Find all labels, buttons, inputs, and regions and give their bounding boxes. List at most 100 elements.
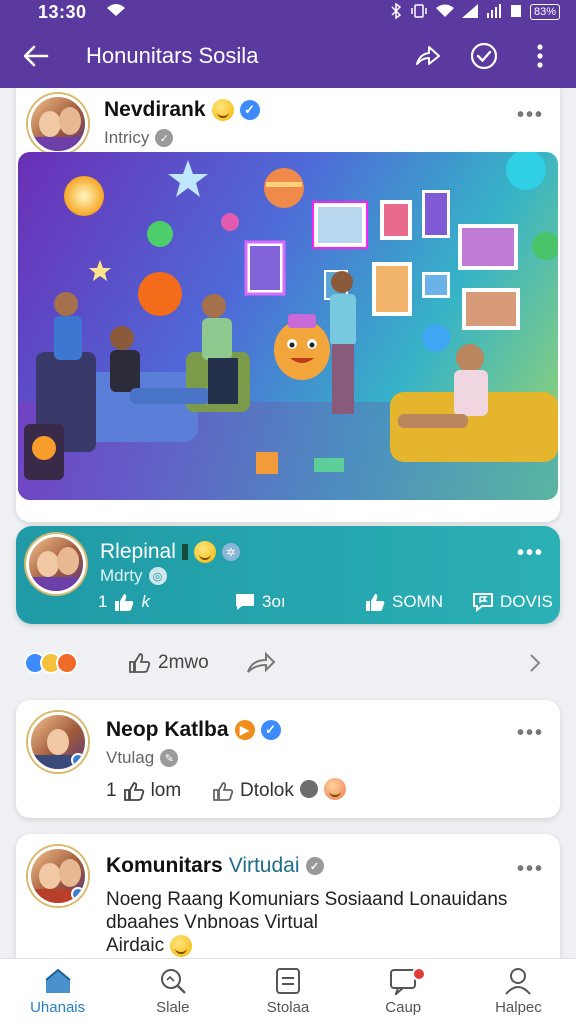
reaction-bar: 2mwo bbox=[0, 642, 576, 686]
post-author[interactable]: Rlepinal ✲ bbox=[100, 540, 240, 564]
post-author[interactable]: Neop Katlba ▶ ✓ bbox=[106, 718, 281, 742]
settings-badge-icon: ✲ bbox=[221, 543, 240, 561]
share-count[interactable]: SOMN bbox=[364, 592, 443, 612]
smile-emoji-icon bbox=[193, 541, 216, 563]
feed[interactable]: Nevdirank ✓ Intricy ✓ ••• Rlepinal ✲ Mdr… bbox=[0, 88, 576, 958]
post-options-button[interactable]: ••• bbox=[517, 858, 544, 881]
post-image[interactable] bbox=[18, 152, 558, 500]
bluetooth-icon bbox=[390, 2, 402, 22]
post-card: Nevdirank ✓ Intricy ✓ ••• bbox=[16, 88, 560, 522]
post-author-name: Rlepinal bbox=[100, 540, 176, 563]
document-icon bbox=[273, 967, 303, 995]
action-label: Dtolok bbox=[240, 780, 294, 801]
globe-icon: ✓ bbox=[155, 129, 174, 147]
post-subtitle-text: Intricy bbox=[104, 128, 150, 147]
share-icon bbox=[416, 46, 440, 65]
post-subtitle-text: Vtulag bbox=[106, 748, 155, 767]
reaction-like-button[interactable]: 2mwo bbox=[128, 652, 209, 674]
avatar[interactable] bbox=[28, 846, 88, 906]
notification-badge bbox=[411, 967, 426, 981]
thumbs-up-outline-icon bbox=[213, 782, 234, 801]
post-body-line: Airdaic bbox=[106, 935, 165, 956]
avatar[interactable] bbox=[28, 94, 88, 154]
nav-label: Stolaa bbox=[266, 999, 310, 1016]
notification-icon bbox=[105, 2, 127, 23]
view-count-value: DOVIS bbox=[500, 592, 553, 611]
vibrate-icon bbox=[410, 3, 428, 21]
post-author[interactable]: Komunitars Virtudai ✓ bbox=[106, 854, 324, 878]
post-body-line-row: Airdaic bbox=[106, 934, 546, 957]
comment-count-value: 3oı bbox=[262, 592, 286, 611]
search-icon bbox=[158, 967, 188, 995]
post-card-highlight: Rlepinal ✲ Mdrty ◎ ••• 1 k 3oı SOMN DOVI… bbox=[16, 526, 560, 624]
comment-count[interactable]: 3oı bbox=[234, 592, 286, 612]
overflow-menu-button[interactable] bbox=[518, 34, 562, 78]
post-author-name: Neop Katlba bbox=[106, 718, 229, 741]
like-mark: k bbox=[141, 592, 150, 611]
edit-badge-icon: ✎ bbox=[160, 749, 179, 767]
profile-icon bbox=[503, 967, 533, 995]
post-author-name: Komunitars bbox=[106, 854, 223, 877]
post-author-name-suffix: Virtudai bbox=[228, 854, 300, 877]
verified-icon: ✓ bbox=[239, 100, 260, 120]
nav-chat[interactable]: Caup bbox=[346, 959, 461, 1024]
signal-icon bbox=[461, 3, 478, 21]
community-illustration bbox=[18, 152, 558, 500]
thumbs-up-icon bbox=[115, 594, 134, 611]
like-label: lom bbox=[150, 780, 182, 801]
post-options-button[interactable]: ••• bbox=[517, 722, 544, 745]
arrow-left-icon bbox=[23, 45, 49, 67]
comment-icon bbox=[236, 594, 254, 610]
action-button[interactable]: Dtolok bbox=[212, 780, 294, 802]
globe-icon: ◎ bbox=[148, 567, 167, 585]
nav-home[interactable]: Uhanais bbox=[0, 959, 115, 1024]
view-count[interactable]: DOVIS bbox=[472, 592, 553, 612]
post-author[interactable]: Nevdirank ✓ bbox=[104, 98, 260, 122]
reaction-count: 2mwo bbox=[158, 652, 209, 673]
signal2-icon bbox=[486, 3, 502, 21]
post-body-line: Noeng Raang Komuniars Sosiaand Lonauidan… bbox=[106, 889, 508, 910]
battery-indicator: 83% bbox=[529, 4, 560, 20]
thumbs-up-icon bbox=[366, 594, 385, 611]
post-body-line: dbaahes Vnbnoas Virtual bbox=[106, 912, 318, 933]
sticker-icon[interactable] bbox=[300, 780, 318, 798]
angry-reaction-icon bbox=[56, 652, 78, 674]
check-button[interactable] bbox=[462, 34, 506, 78]
more-vertical-icon bbox=[537, 44, 543, 68]
status-time: 13:30 bbox=[38, 1, 87, 22]
home-icon bbox=[43, 967, 73, 995]
love-emoji-icon[interactable] bbox=[324, 778, 346, 800]
flag-icon bbox=[473, 593, 493, 612]
post-options-button[interactable]: ••• bbox=[517, 104, 544, 127]
check-circle-icon bbox=[470, 42, 498, 70]
like-count-value: 1 bbox=[106, 780, 117, 801]
like-count-value: 1 bbox=[98, 592, 108, 611]
nav-label: Caup bbox=[385, 999, 422, 1016]
thumbs-up-outline-icon bbox=[123, 782, 144, 801]
post-body: Noeng Raang Komuniars Sosiaand Lonauidan… bbox=[106, 888, 546, 957]
page-title: Honunitars Sosila bbox=[86, 43, 259, 68]
nav-label: Halpec bbox=[495, 999, 542, 1016]
post-subtitle: Mdrty ◎ bbox=[100, 566, 167, 586]
post-options-button[interactable]: ••• bbox=[517, 542, 544, 565]
forward-arrow-icon bbox=[247, 651, 276, 673]
bar-icon bbox=[181, 544, 188, 560]
nav-search[interactable]: Slale bbox=[115, 959, 230, 1024]
post-card: Komunitars Virtudai ✓ ••• Noeng Raang Ko… bbox=[16, 834, 560, 958]
avatar[interactable] bbox=[28, 712, 88, 772]
app-bar: Honunitars Sosila bbox=[0, 24, 576, 88]
back-button[interactable] bbox=[20, 40, 52, 72]
nav-profile[interactable]: Halpec bbox=[461, 959, 576, 1024]
status-icons: 83% bbox=[390, 2, 560, 22]
smile-emoji-icon bbox=[211, 99, 234, 121]
like-count[interactable]: 1 lom bbox=[106, 780, 181, 802]
wifi-icon bbox=[435, 4, 454, 21]
forward-button[interactable] bbox=[246, 650, 276, 681]
like-count[interactable]: 1 k bbox=[98, 592, 150, 612]
share-button[interactable] bbox=[406, 34, 450, 78]
avatar[interactable] bbox=[26, 534, 86, 594]
expand-button[interactable] bbox=[528, 652, 542, 679]
nav-document[interactable]: Stolaa bbox=[230, 959, 345, 1024]
post-card: Neop Katlba ▶ ✓ Vtulag ✎ ••• 1 lom Dtolo… bbox=[16, 700, 560, 818]
play-badge-icon: ▶ bbox=[234, 720, 255, 740]
